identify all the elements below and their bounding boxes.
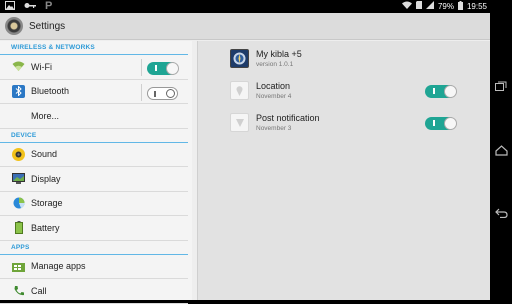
settings-item-more[interactable]: More...: [0, 104, 188, 129]
app-notification-detail: My kibla +5 version 1.0.1 Location Novem…: [197, 41, 490, 300]
status-bar: P 79% 19:55: [0, 0, 490, 13]
permission-date: November 3: [256, 125, 292, 132]
storage-pie-icon: [12, 197, 25, 210]
location-pin-icon: [230, 81, 249, 100]
settings-item-label: Sound: [31, 149, 58, 160]
toggle-knob: [444, 85, 457, 98]
toggle-on-mark: [433, 120, 435, 126]
toggle-on-mark: [155, 65, 157, 71]
settings-list: WIRELESS & NETWORKS Wi-Fi Bluetooth More…: [0, 41, 192, 304]
permission-item-location[interactable]: Location November 4: [230, 81, 291, 105]
battery-percent: 79%: [437, 2, 454, 11]
action-bar: Settings: [0, 13, 490, 40]
image-icon: [5, 0, 15, 13]
settings-item-manage-apps[interactable]: Manage apps: [0, 255, 188, 279]
app-version: version 1.0.1: [256, 61, 294, 68]
signal-icon: [425, 1, 434, 12]
settings-item-label: Wi-Fi: [31, 61, 52, 72]
location-toggle[interactable]: [425, 85, 457, 98]
notification-icon: [230, 113, 249, 132]
toggle-on-mark: [433, 88, 435, 94]
post-notification-toggle[interactable]: [425, 117, 457, 130]
bluetooth-icon: [12, 84, 25, 98]
p-icon: P: [45, 0, 53, 12]
permission-title: Post notification: [256, 113, 320, 123]
back-icon[interactable]: [494, 206, 508, 220]
toggle-knob: [166, 62, 179, 75]
settings-item-storage[interactable]: Storage: [0, 192, 188, 216]
display-icon: [12, 172, 25, 185]
permission-date: November 4: [256, 93, 292, 100]
speaker-icon: [12, 147, 25, 161]
page-title: Settings: [29, 20, 66, 32]
settings-item-label: More...: [31, 110, 60, 121]
permission-item-post-notification[interactable]: Post notification November 3: [230, 113, 320, 137]
battery-icon: [12, 221, 25, 235]
section-apps: APPS: [0, 241, 188, 255]
settings-item-label: Manage apps: [31, 261, 86, 272]
toggle-knob: [444, 117, 457, 130]
wifi-toggle[interactable]: [147, 62, 179, 75]
settings-item-label: Storage: [31, 198, 63, 209]
key-icon: [24, 1, 36, 12]
battery-icon: [457, 0, 463, 13]
recent-apps-icon[interactable]: [494, 78, 508, 92]
wifi-icon: [401, 1, 412, 12]
wifi-icon: [12, 60, 25, 73]
clock: 19:55: [466, 2, 487, 11]
toggle-off-mark: [154, 90, 156, 97]
settings-item-wifi[interactable]: Wi-Fi: [0, 55, 188, 80]
app-name: My kibla +5: [256, 49, 302, 59]
divider: [141, 83, 142, 101]
settings-item-display[interactable]: Display: [0, 167, 188, 192]
home-icon[interactable]: [494, 143, 508, 157]
settings-item-sound[interactable]: Sound: [0, 143, 188, 167]
sd-card-icon: [415, 1, 422, 12]
settings-item-bluetooth[interactable]: Bluetooth: [0, 80, 188, 104]
settings-item-battery[interactable]: Battery: [0, 216, 188, 241]
permission-title: Location: [256, 81, 291, 91]
settings-screen: P 79% 19:55 Settings WIRELESS & NETWORKS: [0, 0, 490, 304]
divider: [141, 59, 142, 76]
settings-item-label: Display: [31, 173, 61, 184]
settings-app-icon[interactable]: [5, 17, 23, 35]
kibla-app-icon: [230, 49, 249, 68]
phone-icon: [12, 284, 25, 297]
settings-item-label: Battery: [31, 222, 60, 233]
bluetooth-toggle[interactable]: [147, 86, 178, 100]
settings-item-label: Call: [31, 285, 47, 296]
section-wireless-networks: WIRELESS & NETWORKS: [0, 41, 188, 55]
toggle-knob: [166, 88, 175, 98]
app-header: My kibla +5 version 1.0.1: [230, 49, 302, 73]
apps-grid-icon: [12, 260, 25, 273]
navigation-bar: [490, 0, 512, 300]
settings-item-label: Bluetooth: [31, 86, 70, 97]
section-device: DEVICE: [0, 129, 188, 143]
